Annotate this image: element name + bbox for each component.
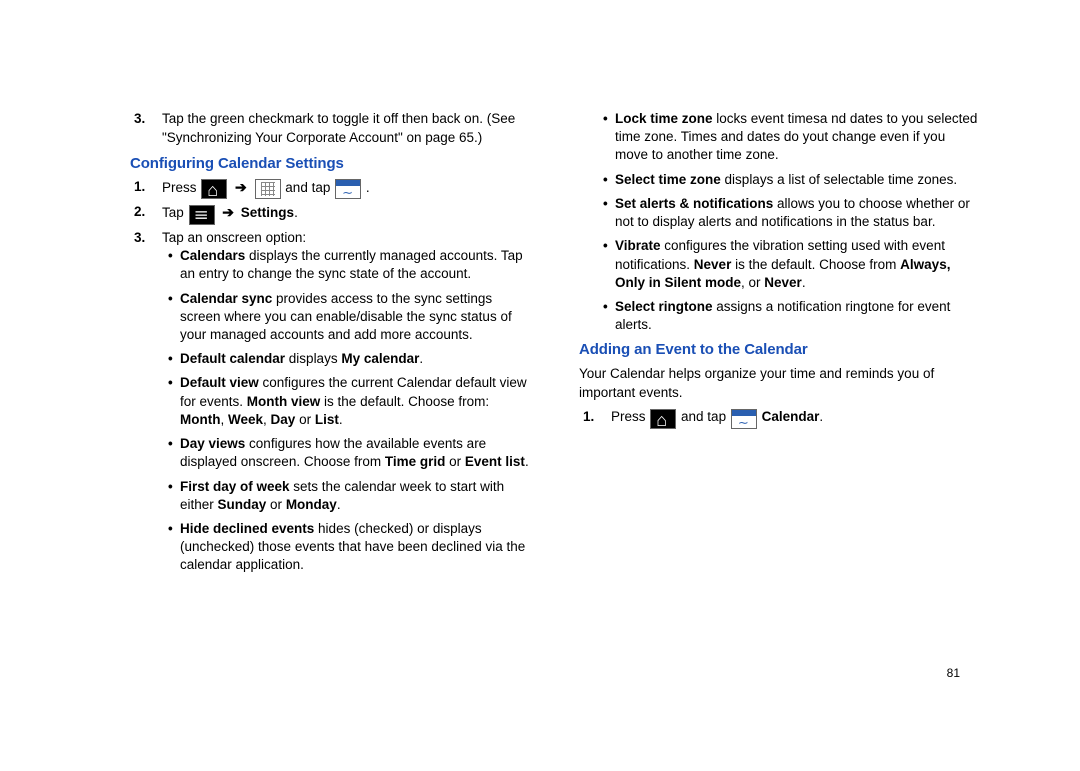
label: Calendars bbox=[180, 248, 245, 263]
step-1-press-home: 1. Press and tap . bbox=[162, 178, 531, 197]
bullet-first-day-of-week: First day of week sets the calendar week… bbox=[180, 478, 531, 514]
left-column: 3. Tap the green checkmark to toggle it … bbox=[130, 110, 531, 581]
step-text-a: Press bbox=[162, 180, 200, 195]
step-text-a: Tap bbox=[162, 205, 188, 220]
step-2-tap-settings: 2. Tap Settings. bbox=[162, 203, 531, 222]
step-text-a: Press bbox=[611, 409, 649, 424]
or: or bbox=[266, 497, 286, 512]
period: . bbox=[525, 454, 529, 469]
or: , or bbox=[741, 275, 764, 290]
period: . bbox=[819, 409, 823, 424]
step-1-press-home-calendar: 1. Press and tap Calendar. bbox=[611, 408, 980, 426]
step-text-b: and tap bbox=[285, 180, 334, 195]
home-icon bbox=[201, 179, 227, 199]
v1: Sunday bbox=[218, 497, 267, 512]
period: . bbox=[337, 497, 341, 512]
step-3-toggle: 3. Tap the green checkmark to toggle it … bbox=[162, 110, 531, 148]
c2: , bbox=[263, 412, 271, 427]
v4: Day bbox=[271, 412, 296, 427]
bullet-hide-declined: Hide declined events hides (checked) or … bbox=[180, 520, 531, 575]
bullet-lock-time-zone: Lock time zone locks event timesa nd dat… bbox=[615, 110, 980, 165]
bullet-vibrate: Vibrate configures the vibration setting… bbox=[615, 237, 980, 292]
period: . bbox=[294, 205, 298, 220]
calendar-label: Calendar bbox=[762, 409, 820, 424]
label: Day views bbox=[180, 436, 245, 451]
label: Calendar sync bbox=[180, 291, 272, 306]
bullet-calendar-sync: Calendar sync provides access to the syn… bbox=[180, 290, 531, 345]
v2: Month bbox=[180, 412, 220, 427]
step-number: 3. bbox=[134, 110, 145, 128]
desc-b: is the default. Choose from bbox=[731, 257, 900, 272]
bullet-calendars: Calendars displays the currently managed… bbox=[180, 247, 531, 283]
intro-text: Your Calendar helps organize your time a… bbox=[579, 365, 980, 403]
or: or bbox=[445, 454, 465, 469]
bullet-set-alerts: Set alerts & notifications allows you to… bbox=[615, 195, 980, 231]
heading-adding-event: Adding an Event to the Calendar bbox=[579, 340, 980, 360]
label: Default view bbox=[180, 375, 259, 390]
v2: Monday bbox=[286, 497, 337, 512]
v1: Never bbox=[694, 257, 732, 272]
step-text: Tap the green checkmark to toggle it off… bbox=[162, 111, 515, 145]
step-number: 3. bbox=[134, 229, 145, 247]
label: Default calendar bbox=[180, 351, 285, 366]
v1: Month view bbox=[247, 394, 321, 409]
calendar-icon bbox=[335, 179, 361, 199]
desc-b: is the default. Choose from: bbox=[320, 394, 489, 409]
c1: , bbox=[220, 412, 228, 427]
settings-label: Settings bbox=[241, 205, 294, 220]
calendar-icon bbox=[731, 409, 757, 429]
desc: displays a list of selectable time zones… bbox=[721, 172, 957, 187]
desc-a: displays bbox=[285, 351, 341, 366]
step-number: 1. bbox=[583, 408, 594, 426]
bullet-default-view: Default view configures the current Cale… bbox=[180, 374, 531, 429]
arrow-icon bbox=[219, 205, 237, 220]
bullet-select-time-zone: Select time zone displays a list of sele… bbox=[615, 171, 980, 189]
label: Lock time zone bbox=[615, 111, 713, 126]
step-number: 2. bbox=[134, 203, 145, 221]
step-number: 1. bbox=[134, 178, 145, 196]
label: Vibrate bbox=[615, 238, 661, 253]
heading-configuring-calendar: Configuring Calendar Settings bbox=[130, 154, 531, 174]
step-3-tap-option: 3. Tap an onscreen option: Calendars dis… bbox=[162, 229, 531, 575]
right-column: Lock time zone locks event timesa nd dat… bbox=[579, 110, 980, 581]
period: . bbox=[339, 412, 343, 427]
v1: Time grid bbox=[385, 454, 446, 469]
value: My calendar bbox=[341, 351, 419, 366]
arrow-icon bbox=[232, 180, 250, 195]
label: Hide declined events bbox=[180, 521, 314, 536]
apps-grid-icon bbox=[255, 179, 281, 199]
step-text-b: and tap bbox=[681, 409, 730, 424]
label: Select time zone bbox=[615, 172, 721, 187]
or: or bbox=[295, 412, 315, 427]
step-text: Tap an onscreen option: bbox=[162, 230, 306, 245]
home-icon bbox=[650, 409, 676, 429]
page-number: 81 bbox=[947, 665, 960, 681]
label: Set alerts & notifications bbox=[615, 196, 773, 211]
label: Select ringtone bbox=[615, 299, 713, 314]
v5: List bbox=[315, 412, 339, 427]
period: . bbox=[419, 351, 423, 366]
label: First day of week bbox=[180, 479, 290, 494]
menu-icon bbox=[189, 205, 215, 225]
bullet-select-ringtone: Select ringtone assigns a notification r… bbox=[615, 298, 980, 334]
v2: Event list bbox=[465, 454, 525, 469]
period: . bbox=[802, 275, 806, 290]
v3: Week bbox=[228, 412, 263, 427]
bullet-day-views: Day views configures how the available e… bbox=[180, 435, 531, 471]
two-column-layout: 3. Tap the green checkmark to toggle it … bbox=[130, 110, 980, 581]
bullet-default-calendar: Default calendar displays My calendar. bbox=[180, 350, 531, 368]
step-text-c: . bbox=[366, 180, 370, 195]
v3: Never bbox=[764, 275, 802, 290]
